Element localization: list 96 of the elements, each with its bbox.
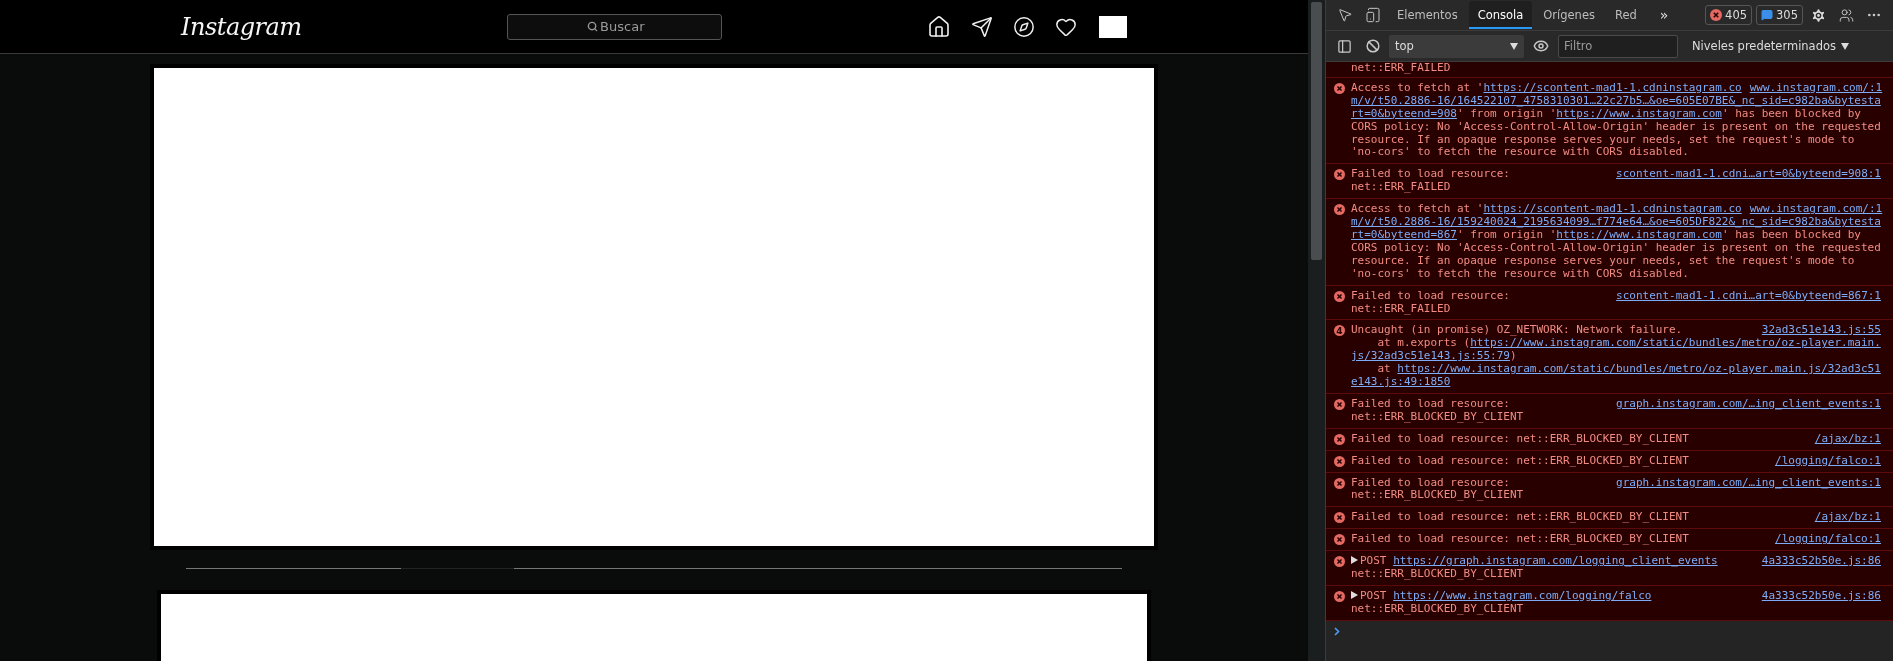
console-message: Access to fetch at 'https://scontent-mad1-1.cdninstagram.co (1351, 81, 1742, 95)
console-message: Failed to load resource: (1351, 289, 1510, 303)
url-link[interactable]: https://www.instagram.com/logging/falco (1393, 589, 1652, 602)
console-message: CORS policy: No 'Access-Control-Allow-Origin' header is present on the requested (1351, 120, 1881, 134)
url-link[interactable]: rt=0&byteend=867 (1351, 227, 1457, 241)
console-message: Failed to load resource: net::ERR_BLOCKED_BY_CLIENT (1351, 454, 1689, 468)
levels-dropdown[interactable]: Niveles predeterminados (1686, 38, 1855, 54)
message-icon (1761, 9, 1774, 21)
avatar-placeholder[interactable] (1099, 15, 1127, 38)
console-message: 'no-cors' to fetch the resource with CORS disabled. (1351, 146, 1689, 160)
console-message: POST https://www.instagram.com/logging/falco (1360, 590, 1652, 603)
more-tabs-button[interactable]: » (1647, 7, 1681, 23)
error-icon (1334, 477, 1345, 489)
home-icon[interactable] (927, 14, 951, 39)
source-link[interactable]: 32ad3c51e143.js:55 (1753, 324, 1881, 338)
source-link[interactable]: /ajax/bz:1 (1806, 432, 1881, 446)
devtools-tab[interactable]: Red (1606, 1, 1646, 29)
error-icon (1334, 290, 1345, 302)
url-link[interactable]: https://scontent-mad1-1.cdninstagram.co (1483, 202, 1742, 216)
url-link[interactable]: rt=0&byteend=908 (1351, 106, 1457, 120)
source-link[interactable]: scontent-mad1-1.cdni…art=0&byteend=867:1 (1608, 289, 1881, 303)
console-message: Failed to load resource: net::ERR_BLOCKED_BY_CLIENT (1351, 432, 1689, 446)
console-message: POST https://graph.instagram.com/logging_client_events (1360, 555, 1718, 569)
console-message: Access to fetch at 'https://scontent-mad1-1.cdninstagram.co (1351, 203, 1742, 217)
error-icon (1334, 512, 1345, 524)
console-message: CORS policy: No 'Access-Control-Allow-Origin' header is present on the requested (1351, 241, 1881, 255)
console-message: Uncaught (in promise) OZ_NETWORK: Network failure. (1351, 324, 1683, 338)
url-link[interactable]: e143.js:49:1850 (1351, 376, 1451, 389)
console-message: Failed to load resource: net::ERR_BLOCKED_BY_CLIENT (1351, 533, 1689, 547)
source-link[interactable]: www.instagram.com/:1 (1741, 203, 1883, 217)
console-message: rt=0&byteend=908' from origin 'https://www.instagram.com' has been blocked by (1351, 107, 1861, 121)
error-icon (1334, 455, 1345, 467)
console-message: at m.exports (https://www.instagram.com/static/bundles/metro/oz-player.main. (1376, 337, 1881, 351)
prompt-chevron-icon (1334, 626, 1340, 636)
message-count-button[interactable]: 305 (1756, 5, 1803, 25)
console-message: net::ERR_BLOCKED_BY_CLIENT (1351, 410, 1524, 424)
source-link[interactable]: /logging/falco:1 (1767, 533, 1881, 547)
devtools-tab[interactable]: Elementos (1388, 1, 1467, 29)
console-message: net::ERR_BLOCKED_BY_CLIENT (1351, 568, 1524, 581)
devtools-tab[interactable]: Orígenes (1534, 1, 1604, 29)
error-count-badge: 4 (1334, 325, 1345, 337)
error-icon (1334, 204, 1345, 216)
console-message: Failed to load resource: (1351, 168, 1510, 182)
error-icon (1710, 9, 1723, 21)
console-message: Failed to load resource: (1351, 397, 1510, 411)
source-link[interactable]: www.instagram.com/:1 (1741, 81, 1883, 95)
source-link[interactable]: /ajax/bz:1 (1806, 511, 1881, 525)
compass-icon[interactable] (1013, 15, 1035, 38)
console-message: rt=0&byteend=867' from origin 'https://www.instagram.com' has been blocked by (1351, 228, 1861, 242)
console-message: Failed to load resource: (1351, 476, 1510, 490)
caret-icon (1841, 42, 1849, 50)
source-link[interactable]: graph.instagram.com/…ing_client_events:1 (1608, 397, 1881, 411)
console-message: resource. If an opaque response serves your needs, set the request's mode to (1351, 133, 1855, 147)
url-link[interactable]: https://graph.instagram.com/logging_client_events (1393, 554, 1718, 568)
expand-triangle-icon[interactable] (1351, 591, 1358, 599)
console-message: resource. If an opaque response serves your needs, set the request's mode to (1351, 254, 1855, 268)
console-message: net::ERR_FAILED (1351, 181, 1451, 195)
console-message: net::ERR_FAILED (1351, 302, 1451, 316)
instagram-logo[interactable]: Instagram (181, 12, 302, 41)
url-link[interactable]: https://www.instagram.com (1556, 106, 1722, 120)
error-icon (1334, 534, 1345, 546)
error-count-button[interactable]: 405 (1705, 5, 1753, 25)
url-link[interactable]: js/32ad3c51e143.js:55:79 (1351, 349, 1510, 363)
console-message: js/32ad3c51e143.js:55:79) (1351, 350, 1517, 364)
error-icon (1334, 82, 1345, 94)
source-link[interactable]: 4a333c52b50e.js:86 (1753, 590, 1881, 603)
error-icon (1334, 169, 1345, 181)
source-link[interactable]: /logging/falco:1 (1767, 454, 1881, 468)
url-link[interactable]: https://www.instagram.com/static/bundles/metro/oz-player.main. (1470, 336, 1881, 350)
source-link[interactable]: scontent-mad1-1.cdni…art=0&byteend=908:1 (1608, 168, 1881, 182)
expand-triangle-icon[interactable] (1351, 556, 1358, 565)
console-message: net::ERR_BLOCKED_BY_CLIENT (1351, 602, 1524, 616)
console-message: net::ERR_BLOCKED_BY_CLIENT (1351, 489, 1524, 503)
console-message: 'no-cors' to fetch the resource with CORS disabled. (1351, 267, 1689, 281)
source-link[interactable]: graph.instagram.com/…ing_client_events:1 (1608, 476, 1881, 490)
search-icon (586, 20, 598, 32)
caret-icon (1510, 42, 1518, 50)
devtools-tab[interactable]: Consola (1468, 1, 1533, 29)
paper-plane-icon[interactable] (971, 15, 993, 38)
search-field[interactable]: Buscar (506, 13, 722, 40)
console-message: Failed to load resource: net::ERR_BLOCKED_BY_CLIENT (1351, 511, 1689, 525)
error-icon (1334, 556, 1345, 568)
filter-field[interactable]: Filtro (1558, 34, 1678, 58)
url-link[interactable]: https://www.instagram.com/static/bundles/metro/oz-player.main.js/32ad3c51 (1397, 362, 1881, 376)
url-link[interactable]: https://www.instagram.com (1556, 227, 1722, 241)
console-message: net::ERR_FAILED (1351, 62, 1451, 75)
context-select[interactable]: top (1389, 34, 1524, 58)
scrollbar[interactable] (1308, 0, 1325, 661)
error-icon (1334, 398, 1345, 410)
source-link[interactable]: 4a333c52b50e.js:86 (1753, 555, 1881, 569)
console-message: at https://www.instagram.com/static/bundles/metro/oz-player.main.js/32ad3c51 (1376, 363, 1881, 377)
url-link[interactable]: m/v/t50.2886-16/159240024_2195634099…f774e64…&oe=605DF822&_nc_sid=c982ba&bytesta (1351, 216, 1881, 229)
error-icon (1334, 433, 1345, 445)
url-link[interactable]: m/v/t50.2886-16/164522107_4758310301…22c27b5…&oe=605E07BE&_nc_sid=c982ba&bytesta (1351, 94, 1881, 108)
error-icon (1334, 591, 1345, 602)
url-link[interactable]: https://scontent-mad1-1.cdninstagram.co (1483, 80, 1742, 94)
